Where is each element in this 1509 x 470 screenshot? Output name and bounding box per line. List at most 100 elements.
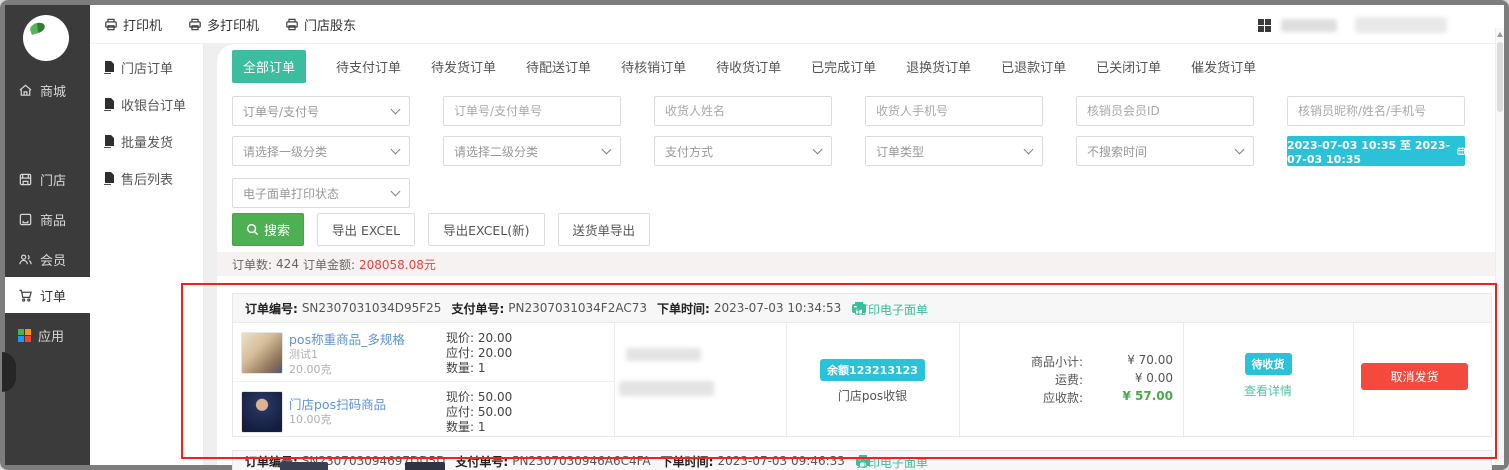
storefront-icon xyxy=(18,172,33,187)
verifier-name-input[interactable] xyxy=(1288,97,1464,125)
product-row: pos称重商品_多规格 测试1 20.00克 现价: 20.00 应付: 20.… xyxy=(233,323,614,381)
redacted-customer-name xyxy=(626,348,701,361)
product-price-block: 现价: 20.00 应付: 20.00 数量: 1 xyxy=(446,331,512,376)
print-eship-link[interactable]: 打印电子面单 xyxy=(856,454,928,470)
partial-thumbnail xyxy=(405,462,445,470)
select-value: 支付方式 xyxy=(665,143,713,160)
tab-urge-shipment[interactable]: 催发货订单 xyxy=(1191,57,1256,76)
select-value: 请选择一级分类 xyxy=(243,143,327,160)
shop-logo-icon xyxy=(29,21,46,35)
sidebar-item-apps[interactable]: 应用 xyxy=(5,320,90,350)
order-submenu: 门店订单 收银台订单 批量发货 售后列表 xyxy=(90,44,204,465)
order-header: 订单编号: SN2307031034D95F25 支付单号: PN2307031… xyxy=(233,294,1491,323)
apps-grid-icon xyxy=(18,329,31,342)
order-no-type-select[interactable]: 订单号/支付号 xyxy=(232,96,410,126)
order-count-value: 424 xyxy=(276,257,299,271)
search-icon xyxy=(246,223,259,236)
printer-icon xyxy=(188,18,202,31)
receivable-value: ¥ 57.00 xyxy=(1123,389,1173,403)
subtotal-value: ¥ 70.00 xyxy=(1127,353,1173,367)
sidebar-item-mall[interactable]: 商城 xyxy=(5,75,90,105)
receiver-name-input[interactable] xyxy=(655,97,831,125)
pay-no-value: PN2307031034F2AC73 xyxy=(508,301,647,315)
category-level2-select[interactable]: 请选择二级分类 xyxy=(443,136,621,166)
order-amount-value: 208058.08元 xyxy=(359,256,436,273)
submenu-item-batch-ship[interactable]: 批量发货 xyxy=(90,130,203,152)
payable-price: 应付: 20.00 xyxy=(446,346,512,361)
tab-pending-shipment[interactable]: 待发货订单 xyxy=(431,57,496,76)
export-excel-new-button[interactable]: 导出EXCEL(新) xyxy=(428,213,544,246)
receiver-phone-input[interactable] xyxy=(866,97,1042,125)
order-no-label: 订单编号: xyxy=(245,300,298,317)
pay-no-label: 支付单号: xyxy=(451,300,504,317)
tab-closed[interactable]: 已关闭订单 xyxy=(1096,57,1161,76)
order-count-label: 订单数: xyxy=(232,256,272,273)
tab-pending-receipt[interactable]: 待收货订单 xyxy=(716,57,781,76)
tab-returns[interactable]: 退换货订单 xyxy=(906,57,971,76)
print-eship-link[interactable]: 打印电子面单 xyxy=(856,301,928,318)
select-value: 订单号/支付号 xyxy=(243,103,319,120)
sidebar-item-members[interactable]: 会员 xyxy=(5,244,90,274)
payment-source-column: 余额123213123 门店pos收银 xyxy=(786,359,959,404)
select-value: 订单类型 xyxy=(876,143,924,160)
order-admin-window: 商城 门店 商品 会员 订单 应用 打印机 xyxy=(0,0,1509,470)
pages-icon xyxy=(102,98,114,111)
printer-button[interactable]: 打印机 xyxy=(104,15,162,34)
sidebar-item-orders[interactable]: 订单 xyxy=(5,277,90,313)
delivery-note-export-button[interactable]: 送货单导出 xyxy=(558,213,651,246)
tab-refunded[interactable]: 已退款订单 xyxy=(1001,57,1066,76)
order-time-value: 2023-07-03 10:34:53 xyxy=(714,301,841,315)
sidebar-item-label: 门店 xyxy=(40,170,66,189)
tab-pending-payment[interactable]: 待支付订单 xyxy=(336,57,401,76)
store-shareholder-button[interactable]: 门店股东 xyxy=(285,15,356,34)
scrollbar-thumb[interactable] xyxy=(1497,42,1503,112)
toolbar-item-label: 多打印机 xyxy=(207,15,259,34)
select-value: 电子面单打印状态 xyxy=(243,185,339,202)
submenu-item-store-orders[interactable]: 门店订单 xyxy=(90,56,203,78)
payment-method: 门店pos收银 xyxy=(786,387,959,404)
eship-print-status-select[interactable]: 电子面单打印状态 xyxy=(232,178,410,208)
submenu-item-aftersales[interactable]: 售后列表 xyxy=(90,167,203,189)
order-time-value: 2023-07-03 09:46:33 xyxy=(717,454,844,468)
order-pay-no-field xyxy=(443,96,621,126)
verifier-member-id-input[interactable] xyxy=(1077,97,1253,125)
sidebar-item-label: 商品 xyxy=(40,210,66,229)
subtotal-label: 商品小计: xyxy=(1031,353,1083,370)
date-range-picker[interactable]: 2023-07-03 10:35 至 2023-07-03 10:35 xyxy=(1287,136,1465,166)
current-price: 现价: 20.00 xyxy=(446,331,512,346)
verifier-member-id-field xyxy=(1076,96,1254,126)
export-excel-button[interactable]: 导出 EXCEL xyxy=(317,213,415,246)
vertical-scrollbar[interactable] xyxy=(1495,28,1504,465)
scroll-up-arrow-icon[interactable] xyxy=(1497,32,1503,37)
payment-method-select[interactable]: 支付方式 xyxy=(654,136,832,166)
submenu-item-cashier-orders[interactable]: 收银台订单 xyxy=(90,93,203,115)
product-thumbnail[interactable] xyxy=(241,332,283,374)
multi-printer-button[interactable]: 多打印机 xyxy=(188,15,259,34)
submenu-item-label: 售后列表 xyxy=(121,169,173,188)
category-level1-select[interactable]: 请选择一级分类 xyxy=(232,136,410,166)
avatar[interactable] xyxy=(23,15,69,61)
view-detail-link[interactable]: 查看详情 xyxy=(1244,384,1292,398)
time-search-mode-select[interactable]: 不搜索时间 xyxy=(1076,136,1254,166)
totals-column: 商品小计: ¥ 70.00 运费: ¥ 0.00 应收款: ¥ 57.00 xyxy=(959,353,1183,407)
toolbar-item-label: 门店股东 xyxy=(304,15,356,34)
tab-completed[interactable]: 已完成订单 xyxy=(811,57,876,76)
pay-no-value: PN2307030946A6C4FA xyxy=(512,454,650,468)
order-type-select[interactable]: 订单类型 xyxy=(865,136,1043,166)
apps-launcher-icon[interactable] xyxy=(1258,19,1271,32)
product-thumbnail[interactable] xyxy=(241,391,283,433)
sidebar-item-store[interactable]: 门店 xyxy=(5,164,90,194)
sidebar-item-product[interactable]: 商品 xyxy=(5,204,90,234)
tab-pending-verification[interactable]: 待核销订单 xyxy=(621,57,686,76)
order-pay-no-input[interactable] xyxy=(444,97,620,125)
order-time-label: 下单时间: xyxy=(657,300,710,317)
members-icon xyxy=(18,252,33,267)
primary-sidebar: 商城 门店 商品 会员 订单 应用 xyxy=(5,5,90,465)
tab-all-orders[interactable]: 全部订单 xyxy=(232,50,306,83)
status-badge: 待收货 xyxy=(1245,353,1292,375)
tab-pending-delivery[interactable]: 待配送订单 xyxy=(526,57,591,76)
cancel-shipment-button[interactable]: 取消发货 xyxy=(1361,363,1468,390)
product-weight: 10.00克 xyxy=(289,411,332,427)
search-button[interactable]: 搜索 xyxy=(232,213,304,246)
date-range-value: 2023-07-03 10:35 至 2023-07-03 10:35 xyxy=(1287,137,1452,166)
